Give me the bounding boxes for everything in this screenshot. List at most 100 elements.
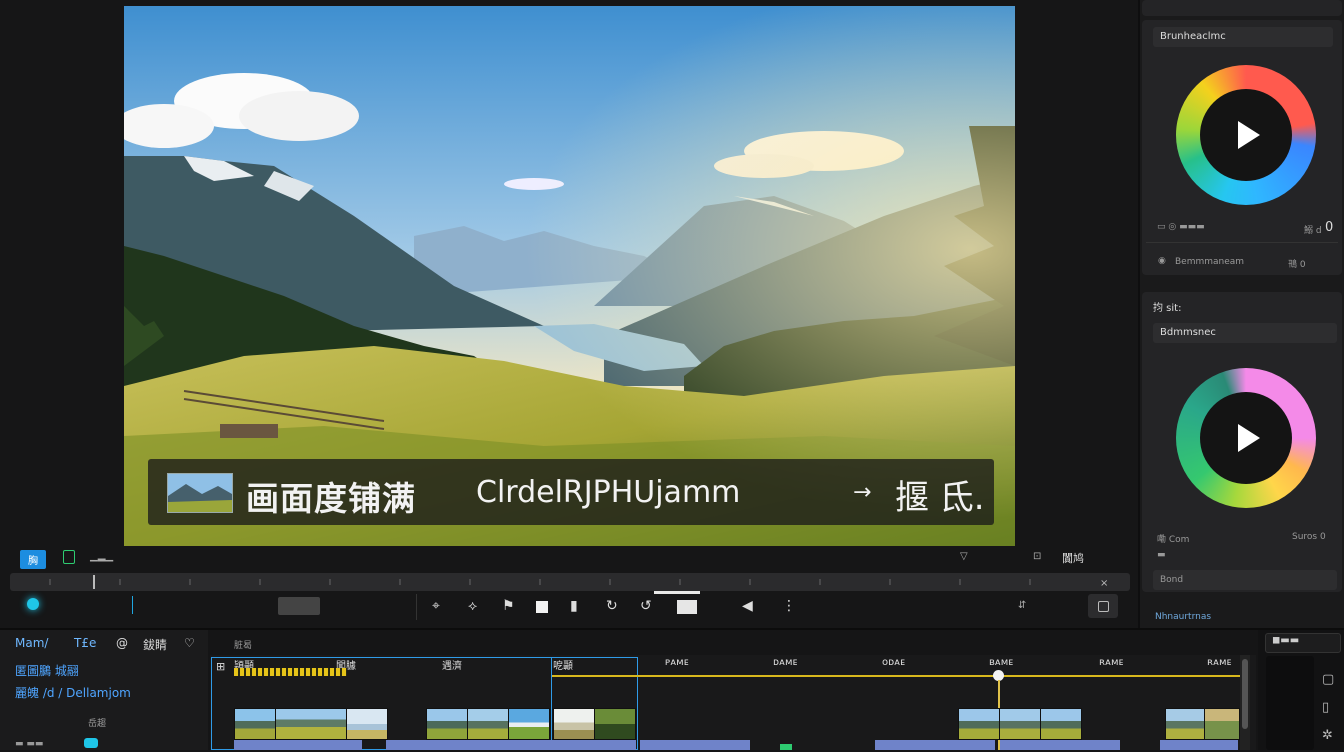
clip-thumbnail[interactable] xyxy=(553,708,595,740)
clip-thumbnail[interactable] xyxy=(346,708,388,740)
zoom-label: 闐鸠 xyxy=(1062,552,1084,565)
clip-icon[interactable] xyxy=(677,600,697,614)
timeline-label: ᴅᴀᴍᴇ xyxy=(773,657,798,668)
undo-icon[interactable]: ↺ xyxy=(640,598,652,614)
left-small-label: 岳趨 xyxy=(88,719,107,729)
record-indicator-icon[interactable] xyxy=(27,598,39,610)
link-icon[interactable]: ◉ xyxy=(1158,256,1166,266)
copy-icon[interactable]: ▯ xyxy=(1322,700,1329,715)
audio-clip[interactable] xyxy=(234,740,362,750)
tab-effects[interactable]: 鈸睛 xyxy=(143,636,167,653)
caption-tail-text: 揠 氐. xyxy=(895,478,985,518)
keyframe-track[interactable] xyxy=(552,675,1240,677)
timeline-label: ᴘᴀᴍᴇ xyxy=(665,657,689,668)
play-icon[interactable] xyxy=(1234,119,1262,151)
clip-thumbnail[interactable] xyxy=(999,708,1041,740)
region-divider xyxy=(551,657,552,750)
marker-icon[interactable]: ⚑ xyxy=(502,598,515,614)
audio-waveform[interactable] xyxy=(234,668,347,676)
caption-latin-text: ClrdelRJPHUjamm xyxy=(476,475,741,510)
clip-thumbnail[interactable] xyxy=(1165,708,1205,740)
divider xyxy=(416,594,417,620)
card2-header: 抣 sit: xyxy=(1153,303,1182,314)
card1-title-field[interactable]: Brunheaclmc xyxy=(1153,27,1333,47)
timeline-label: ʀᴀᴍᴇ xyxy=(1099,657,1124,668)
clip-thumbnail[interactable] xyxy=(275,708,347,740)
caption-thumbnail xyxy=(167,473,233,513)
toggle-icon[interactable] xyxy=(84,738,98,748)
ruler-ticks: × xyxy=(49,575,1108,589)
stop-button[interactable] xyxy=(536,601,548,613)
card2-title-field[interactable]: Bdmmsnec xyxy=(1153,323,1337,343)
panel-top-strip xyxy=(1142,0,1342,16)
play-icon[interactable] xyxy=(1234,422,1262,454)
split-icon[interactable]: ⇵ xyxy=(1018,600,1026,611)
fullscreen-button[interactable] xyxy=(1088,594,1118,618)
rotate-icon[interactable]: ↻ xyxy=(606,598,618,614)
card1-title: Brunheaclmc xyxy=(1160,31,1226,42)
audio-clip[interactable] xyxy=(640,740,750,750)
timeline-label: ᴏᴅᴀᴇ xyxy=(882,657,905,668)
tool-preview xyxy=(1266,656,1314,750)
clip-thumbnail[interactable] xyxy=(508,708,550,740)
clip-thumbnail[interactable] xyxy=(1204,708,1240,740)
more-icon[interactable]: ⋮ xyxy=(782,598,796,614)
card2-small-icon[interactable]: ▬ xyxy=(1157,550,1166,560)
tab-file[interactable]: T£e xyxy=(74,636,96,650)
svg-text:×: × xyxy=(1100,578,1108,589)
timeline-label: 遇濟 xyxy=(442,661,462,672)
left-footer-icons[interactable]: ▬ ▬▬ xyxy=(15,739,43,749)
arrow-right-icon: → xyxy=(853,480,872,505)
left-line-1[interactable]: 匿圖鵩 城翮 xyxy=(15,662,79,679)
card1-link[interactable]: Bemmmaneam xyxy=(1175,257,1244,267)
clip-thumbnail[interactable] xyxy=(594,708,636,740)
card2-footer-right: Suros 0 xyxy=(1292,532,1326,542)
audio-clip[interactable] xyxy=(1000,740,1120,750)
card1-footer-small: 鰯 d xyxy=(1304,226,1322,236)
card1-footer-value: 0 xyxy=(1325,220,1334,235)
speed-button[interactable] xyxy=(278,597,320,615)
clip-thumbnail[interactable] xyxy=(467,708,509,740)
clip-thumbnail[interactable] xyxy=(234,708,276,740)
card2-field-text: Bond xyxy=(1160,575,1184,585)
scrollbar[interactable] xyxy=(1240,655,1250,750)
heart-icon[interactable]: ♡ xyxy=(184,636,195,650)
clip-thumbnail[interactable] xyxy=(1040,708,1082,740)
tab-at[interactable]: @ xyxy=(116,636,128,650)
card2-field[interactable]: Bond xyxy=(1153,570,1337,590)
clip-thumbnail[interactable] xyxy=(958,708,1000,740)
card1-footer-icons[interactable]: ▭ ◎ ▬▬▬ xyxy=(1157,222,1205,232)
audio-clip[interactable] xyxy=(875,740,995,750)
lock-icon[interactable]: ⊡ xyxy=(1033,551,1041,562)
sparkle-icon[interactable]: ✲ xyxy=(1322,728,1333,743)
audio-clip[interactable] xyxy=(386,740,636,750)
card2-footer-left: 嘞 Com xyxy=(1157,535,1190,545)
tab-media[interactable]: Mam/ xyxy=(15,636,48,650)
card1-link-right: 鳵 0 xyxy=(1288,260,1306,270)
scrub-ruler[interactable]: × xyxy=(10,573,1130,591)
card2-title: Bdmmsnec xyxy=(1160,327,1216,338)
green-marker[interactable] xyxy=(780,744,792,750)
timecode-label: ▁▂▁ xyxy=(90,551,114,562)
trim-icon[interactable]: ⟡ xyxy=(468,598,477,614)
layers-icon[interactable]: ▢ xyxy=(1322,672,1334,687)
divider xyxy=(1146,242,1338,243)
snap-icon[interactable] xyxy=(63,550,75,564)
filter-icon[interactable]: ▽ xyxy=(960,551,968,562)
mode-chip[interactable]: 胸 xyxy=(20,550,46,569)
color-wheel-2[interactable] xyxy=(1176,368,1316,508)
timeline-label: 呝顳 xyxy=(553,661,573,672)
timeline-label: ʙᴀᴍᴇ xyxy=(989,657,1014,668)
panel-bottom-label[interactable]: Nhnaurtrnas xyxy=(1155,612,1211,622)
cut-icon[interactable]: ⌖ xyxy=(432,598,440,614)
volume-icon[interactable]: ◀ xyxy=(742,598,753,614)
left-line-2[interactable]: 麗魄 /d / Dellamjom xyxy=(15,684,131,701)
clip-thumbnail[interactable] xyxy=(426,708,468,740)
progress-indicator xyxy=(654,591,700,594)
color-wheel-1[interactable] xyxy=(1176,65,1316,205)
delete-icon[interactable]: ▮ xyxy=(570,598,578,614)
breadcrumb: 脏曷 xyxy=(234,641,253,651)
grid-icon[interactable]: ⊞ xyxy=(216,660,225,673)
tool-header[interactable]: ◼▬▬ xyxy=(1265,633,1341,653)
audio-clip[interactable] xyxy=(1160,740,1238,750)
